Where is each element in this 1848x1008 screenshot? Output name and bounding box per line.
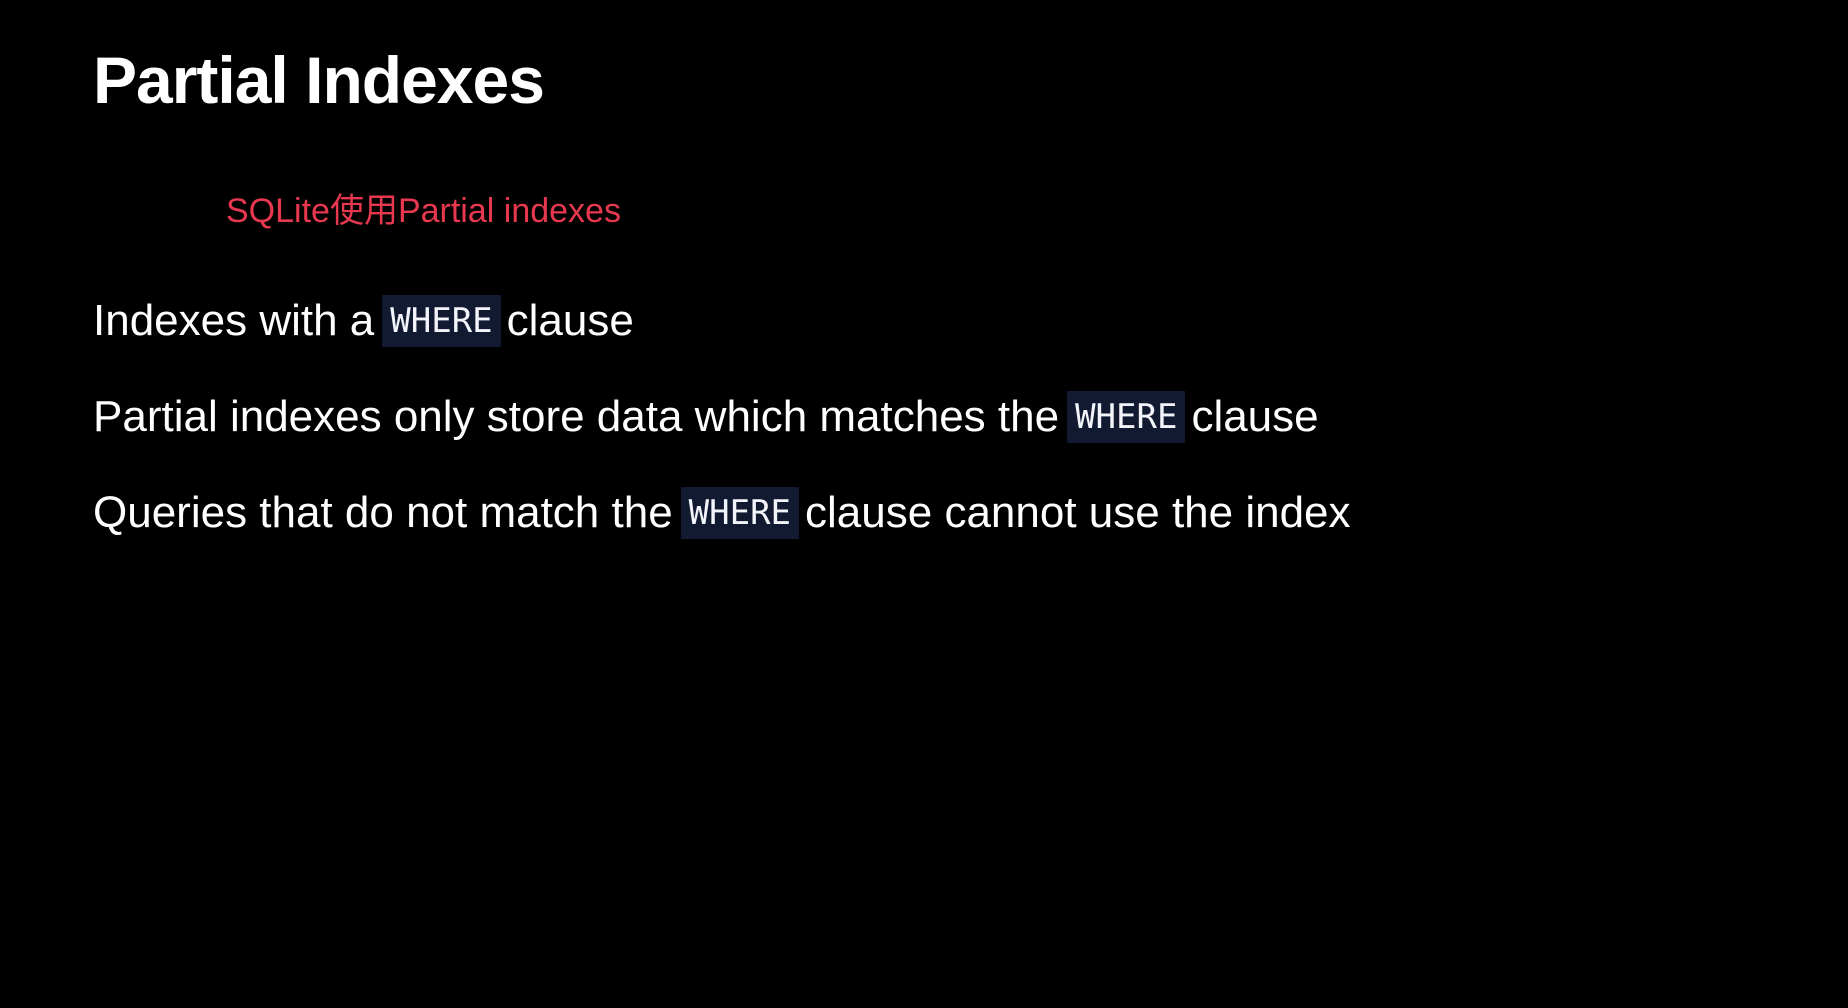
bullet-text: clause bbox=[1191, 392, 1319, 441]
annotation-text: SQLite使用Partial indexes bbox=[226, 192, 621, 230]
bullet-text: clause bbox=[506, 296, 634, 345]
bullet-text: Partial indexes only store data which ma… bbox=[93, 392, 1060, 441]
bullet-text: Indexes with a bbox=[93, 296, 375, 345]
bullet-list: Indexes with a WHERE clause Partial inde… bbox=[93, 290, 1351, 578]
bullet-text: Queries that do not match the bbox=[93, 488, 673, 537]
code-keyword: WHERE bbox=[680, 487, 800, 539]
code-keyword: WHERE bbox=[1067, 391, 1186, 443]
bullet-item: Partial indexes only store data which ma… bbox=[93, 386, 1351, 448]
bullet-text: clause cannot use the index bbox=[805, 488, 1351, 537]
bullet-item: Queries that do not match the WHERE clau… bbox=[93, 482, 1351, 544]
bullet-item: Indexes with a WHERE clause bbox=[93, 290, 1351, 352]
code-keyword: WHERE bbox=[382, 295, 501, 347]
slide-title: Partial Indexes bbox=[93, 43, 545, 117]
